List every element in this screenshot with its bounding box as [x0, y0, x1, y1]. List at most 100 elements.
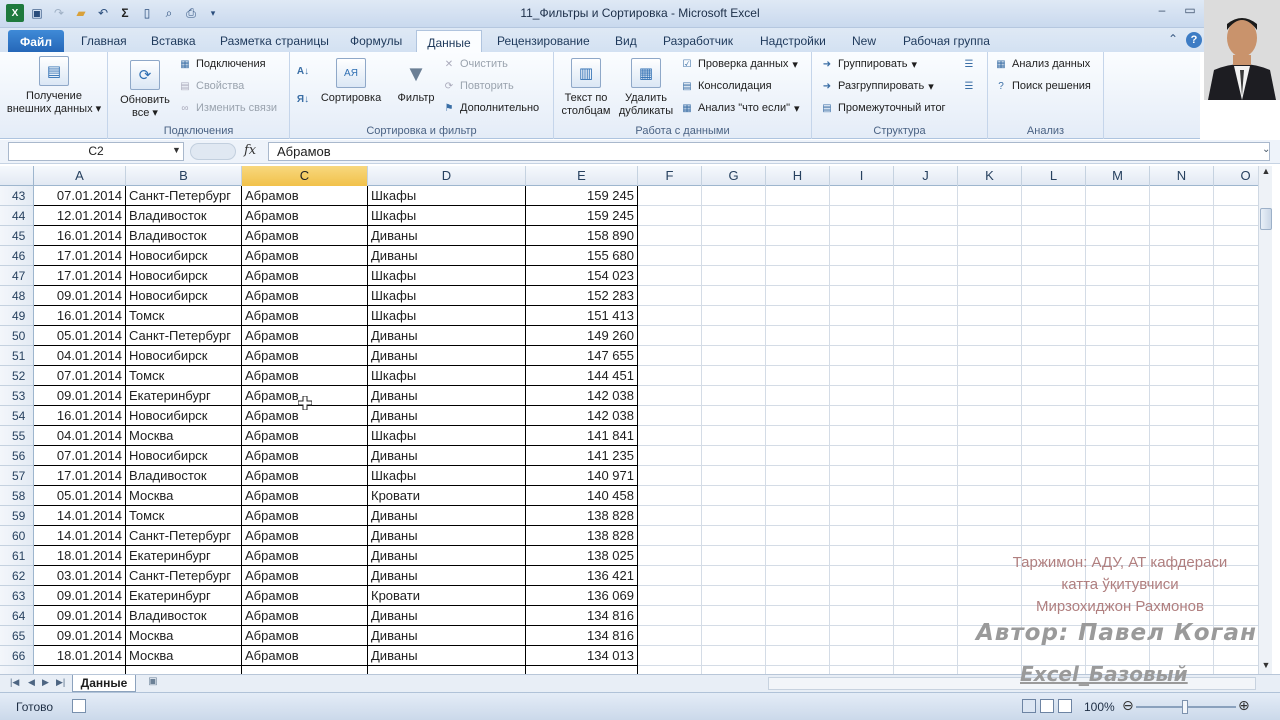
cell-d[interactable]: Диваны	[368, 506, 526, 526]
cell-j[interactable]	[894, 286, 958, 306]
advanced-filter-button[interactable]: ⚑ Дополнительно	[442, 101, 540, 115]
cell-e[interactable]: 142 038	[526, 406, 638, 426]
cell-a[interactable]: 09.01.2014	[34, 386, 126, 406]
cell-f[interactable]	[638, 326, 702, 346]
cell-d[interactable]: Диваны	[368, 646, 526, 666]
row-header[interactable]: 58	[0, 486, 34, 506]
cell-i[interactable]	[830, 646, 894, 666]
cell-o[interactable]	[1214, 406, 1258, 426]
cell-k[interactable]	[958, 466, 1022, 486]
cell-n[interactable]	[1150, 226, 1214, 246]
cell-f[interactable]	[638, 446, 702, 466]
cell-j[interactable]	[894, 506, 958, 526]
cell-m[interactable]	[1086, 346, 1150, 366]
cell-b[interactable]: Москва	[126, 626, 242, 646]
cell-d[interactable]: Диваны	[368, 606, 526, 626]
cell-n[interactable]	[1150, 386, 1214, 406]
cell-b[interactable]: Екатеринбург	[126, 386, 242, 406]
cell-c[interactable]: Абрамов	[242, 526, 368, 546]
cell-f[interactable]	[638, 626, 702, 646]
row-header[interactable]: 64	[0, 606, 34, 626]
cell-d[interactable]: Шкафы	[368, 206, 526, 226]
cell-a[interactable]: 07.01.2014	[34, 366, 126, 386]
cell-k[interactable]	[958, 486, 1022, 506]
cell-a[interactable]: 03.01.2014	[34, 566, 126, 586]
cell-b[interactable]: Новосибирск	[126, 346, 242, 366]
cell-j[interactable]	[894, 446, 958, 466]
row-header[interactable]: 45	[0, 226, 34, 246]
cell-m[interactable]	[1086, 506, 1150, 526]
column-header-k[interactable]: K	[958, 166, 1022, 186]
cell-m[interactable]	[1086, 326, 1150, 346]
row-header[interactable]: 43	[0, 186, 34, 206]
cell-n[interactable]	[1150, 246, 1214, 266]
cell-k[interactable]	[958, 366, 1022, 386]
tab-page-layout[interactable]: Разметка страницы	[220, 32, 329, 50]
cell-b[interactable]: Москва	[126, 426, 242, 446]
get-external-data-button[interactable]: ▤ Получение внешних данных ▾	[6, 56, 102, 116]
cell-d[interactable]: Диваны	[368, 346, 526, 366]
cell-h[interactable]	[766, 266, 830, 286]
cell-d[interactable]: Диваны	[368, 446, 526, 466]
cell-e[interactable]: 136 421	[526, 566, 638, 586]
clear-filter-button[interactable]: ✕ Очистить	[442, 57, 508, 71]
cell-b[interactable]: Владивосток	[126, 206, 242, 226]
tab-view[interactable]: Вид	[615, 32, 637, 50]
row-header[interactable]: 66	[0, 646, 34, 666]
cell-c[interactable]: Абрамов	[242, 486, 368, 506]
cell-f[interactable]	[638, 406, 702, 426]
cell-d[interactable]: Диваны	[368, 226, 526, 246]
cell-g[interactable]	[702, 246, 766, 266]
cell-l[interactable]	[1022, 366, 1086, 386]
cell-b[interactable]: Новосибирск	[126, 406, 242, 426]
row-header[interactable]: 54	[0, 406, 34, 426]
cell-a[interactable]: 04.01.2014	[34, 346, 126, 366]
cell-l[interactable]	[1022, 466, 1086, 486]
sheet-tab-data[interactable]: Данные	[72, 675, 136, 692]
cell-l[interactable]	[1022, 386, 1086, 406]
column-header-l[interactable]: L	[1022, 166, 1086, 186]
cell-f[interactable]	[638, 246, 702, 266]
tab-formulas[interactable]: Формулы	[350, 32, 402, 50]
cell-c[interactable]: Абрамов	[242, 246, 368, 266]
cell-n[interactable]	[1150, 526, 1214, 546]
row-header[interactable]: 49	[0, 306, 34, 326]
consolidate-button[interactable]: ▤ Консолидация	[680, 79, 771, 93]
cell-l[interactable]	[1022, 286, 1086, 306]
cell-g[interactable]	[702, 386, 766, 406]
cell-c[interactable]	[242, 666, 368, 674]
cell-o[interactable]	[1214, 326, 1258, 346]
cell-a[interactable]: 16.01.2014	[34, 406, 126, 426]
cell-f[interactable]	[638, 666, 702, 674]
maximize-icon[interactable]: ▭	[1176, 0, 1204, 20]
cell-o[interactable]	[1214, 206, 1258, 226]
cell-o[interactable]	[1214, 246, 1258, 266]
cell-c[interactable]: Абрамов	[242, 586, 368, 606]
cell-l[interactable]	[1022, 346, 1086, 366]
cell-i[interactable]	[830, 246, 894, 266]
cell-i[interactable]	[830, 326, 894, 346]
vertical-scroll-thumb[interactable]	[1260, 208, 1272, 230]
remove-duplicates-button[interactable]: ▦ Удалить дубликаты	[616, 58, 676, 118]
cell-m[interactable]	[1086, 386, 1150, 406]
cell-d[interactable]: Шкафы	[368, 366, 526, 386]
cell-j[interactable]	[894, 466, 958, 486]
cell-c[interactable]: Абрамов	[242, 206, 368, 226]
macro-record-icon[interactable]	[72, 699, 86, 713]
cell-a[interactable]: 07.01.2014	[34, 186, 126, 206]
cell-g[interactable]	[702, 546, 766, 566]
cell-j[interactable]	[894, 226, 958, 246]
cell-j[interactable]	[894, 626, 958, 646]
cell-h[interactable]	[766, 446, 830, 466]
cell-i[interactable]	[830, 286, 894, 306]
cell-g[interactable]	[702, 506, 766, 526]
row-header[interactable]: 60	[0, 526, 34, 546]
cell-i[interactable]	[830, 186, 894, 206]
row-header[interactable]: 62	[0, 566, 34, 586]
cell-j[interactable]	[894, 366, 958, 386]
tab-file[interactable]: Файл	[8, 30, 64, 52]
cell-o[interactable]	[1214, 466, 1258, 486]
cell-b[interactable]: Екатеринбург	[126, 546, 242, 566]
row-header[interactable]: 57	[0, 466, 34, 486]
cell-e[interactable]: 151 413	[526, 306, 638, 326]
